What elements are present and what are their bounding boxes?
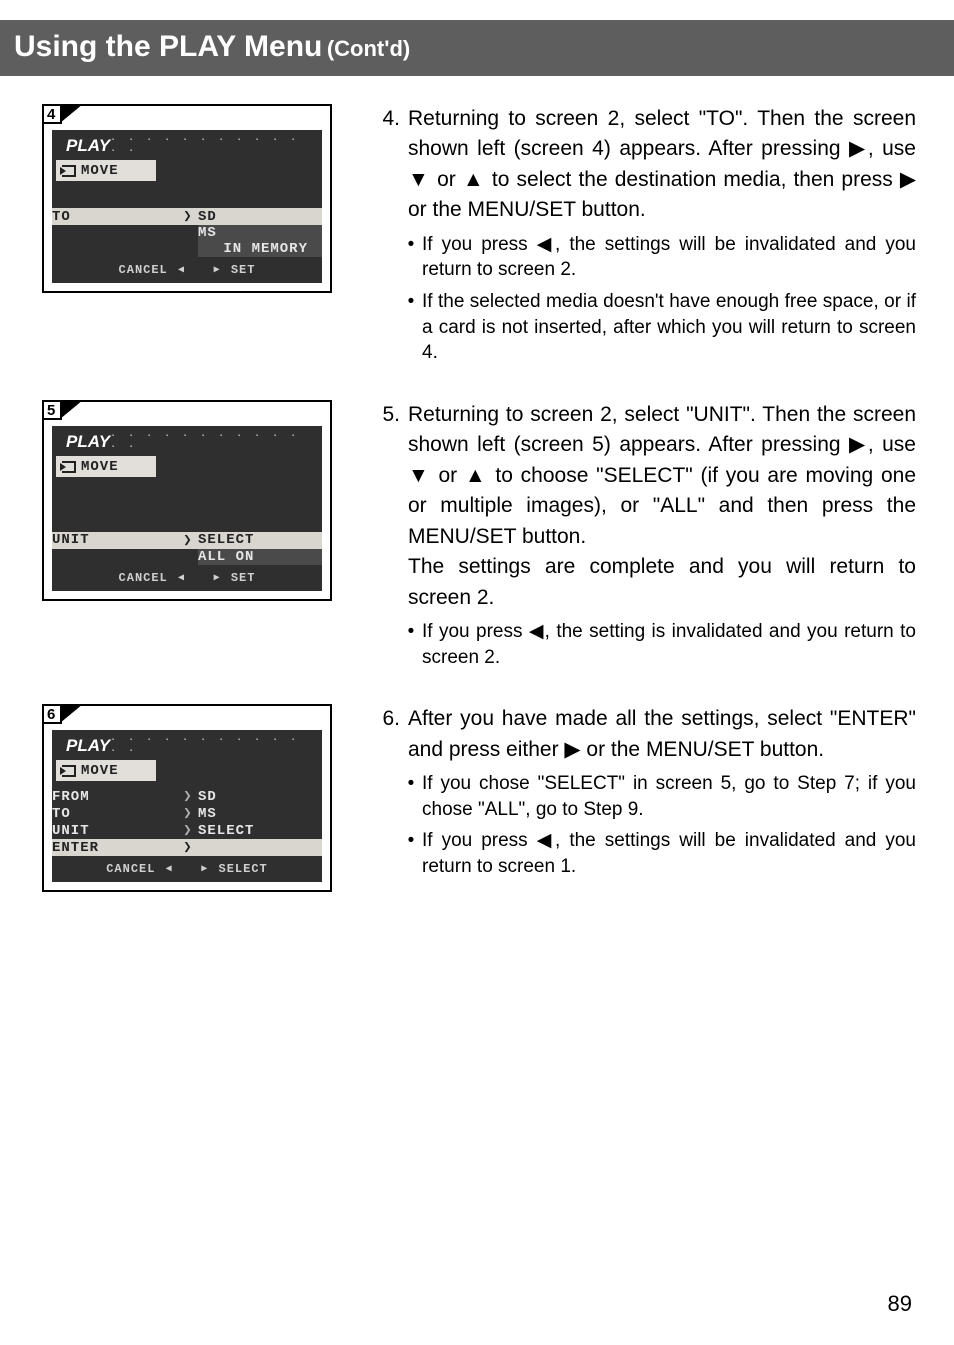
- tab-label: MOVE: [81, 763, 119, 779]
- screen-5-table: UNIT ❯ SELECT ALL ON: [52, 532, 322, 565]
- triangle-right-icon: ▶: [199, 864, 210, 875]
- step-6-bullet-2: If you press ◀, the settings will be inv…: [422, 828, 916, 879]
- screen-4-wrap: 4 PLAY · · · · · · · · · · · · · MOVE TO…: [38, 104, 348, 293]
- triangle-left-icon: ◀: [176, 265, 187, 276]
- to-value: MS: [198, 805, 322, 822]
- screen-6-footer: CANCEL ◀ ▶ SELECT: [52, 856, 322, 882]
- chevron-right-icon: ❯: [178, 788, 198, 805]
- cancel-label: CANCEL: [119, 571, 168, 585]
- unit-label: UNIT: [52, 822, 178, 839]
- move-icon: [62, 461, 76, 473]
- to-label: TO: [52, 805, 178, 822]
- tab-label: MOVE: [81, 459, 119, 475]
- chevron-right-icon: ❯: [178, 805, 198, 822]
- bullet-icon: •: [400, 289, 422, 366]
- from-label: FROM: [52, 788, 178, 805]
- screen-6-table: FROM❯SD TO❯MS UNIT❯SELECT ENTER❯: [52, 788, 322, 856]
- screen-5-lcd: PLAY · · · · · · · · · · · · · MOVE UNIT…: [52, 426, 322, 591]
- page-title-bar: Using the PLAY Menu (Cont'd): [0, 20, 954, 76]
- screen-4-header: PLAY · · · · · · · · · · · · ·: [52, 130, 322, 160]
- step-5-body: Returning to screen 2, select "UNIT". Th…: [408, 403, 916, 548]
- triangle-left-icon: ◀: [176, 573, 187, 584]
- chevron-right-icon: ❯: [178, 208, 198, 225]
- screen-6-tab: MOVE: [52, 760, 322, 782]
- step-4-bullet-2: If the selected media doesn't have enoug…: [422, 289, 916, 366]
- screen-4-title: PLAY: [60, 136, 110, 156]
- move-icon: [62, 165, 76, 177]
- enter-label: ENTER: [52, 839, 178, 856]
- step-5-number: 5.: [370, 400, 408, 613]
- enter-value: [198, 839, 322, 856]
- screen-4: 4 PLAY · · · · · · · · · · · · · MOVE TO…: [42, 104, 332, 293]
- step-4-bullet-1: If you press ◀, the settings will be inv…: [422, 232, 916, 283]
- screen-4-tab: MOVE: [52, 160, 322, 182]
- step-5-text: 5. Returning to screen 2, select "UNIT".…: [348, 400, 916, 670]
- dots-icon: · · · · · · · · · · · · ·: [110, 135, 314, 157]
- step-5-bullet-1: If you press ◀, the setting is invalidat…: [422, 619, 916, 670]
- screen-6-wrap: 6 PLAY · · · · · · · · · · · · · MOVE FR…: [38, 704, 348, 892]
- page-number: 89: [888, 1291, 912, 1317]
- dots-icon: · · · · · · · · · · · · ·: [110, 735, 314, 757]
- move-icon: [62, 765, 76, 777]
- step-6-text: 6. After you have made all the settings,…: [348, 704, 916, 879]
- screen-5-footer: CANCEL ◀ ▶ SET: [52, 565, 322, 591]
- step-4-text: 4. Returning to screen 2, select "TO". T…: [348, 104, 916, 366]
- step-5-body2: The settings are complete and you will r…: [408, 555, 916, 608]
- cancel-label: CANCEL: [119, 263, 168, 277]
- triangle-right-icon: ▶: [212, 265, 223, 276]
- screen-4-tag: 4: [42, 104, 62, 124]
- bullet-icon: •: [400, 619, 422, 670]
- option-ms: MS: [198, 225, 322, 241]
- step-4-body: Returning to screen 2, select "TO". Then…: [408, 104, 916, 226]
- unit-label: UNIT: [52, 532, 178, 549]
- screen-6-title: PLAY: [60, 736, 110, 756]
- screen-5: 5 PLAY · · · · · · · · · · · · · MOVE UN…: [42, 400, 332, 601]
- set-label: SET: [231, 263, 256, 277]
- from-value: SD: [198, 788, 322, 805]
- page-title-sub: (Cont'd): [327, 36, 410, 61]
- cancel-label: CANCEL: [106, 862, 155, 876]
- screen-5-wrap: 5 PLAY · · · · · · · · · · · · · MOVE UN…: [38, 400, 348, 601]
- bullet-icon: •: [400, 232, 422, 283]
- unit-value: SELECT: [198, 822, 322, 839]
- step-5-row: 5 PLAY · · · · · · · · · · · · · MOVE UN…: [38, 400, 916, 670]
- bullet-icon: •: [400, 828, 422, 879]
- screen-6: 6 PLAY · · · · · · · · · · · · · MOVE FR…: [42, 704, 332, 892]
- option-inmemory: IN MEMORY: [198, 241, 322, 257]
- set-label: SET: [231, 571, 256, 585]
- option-select: SELECT: [198, 532, 322, 549]
- screen-4-table: TO ❯ SD MS IN MEMORY: [52, 208, 322, 257]
- bullet-icon: •: [400, 771, 422, 822]
- to-label: TO: [52, 208, 178, 225]
- step-6-bullet-1: If you chose "SELECT" in screen 5, go to…: [422, 771, 916, 822]
- screen-6-tag: 6: [42, 704, 62, 724]
- screen-5-tab: MOVE: [52, 456, 322, 478]
- chevron-right-icon: ❯: [178, 839, 198, 856]
- step-6-number: 6.: [370, 704, 408, 765]
- triangle-right-icon: ▶: [212, 573, 223, 584]
- dots-icon: · · · · · · · · · · · · ·: [110, 431, 314, 453]
- tab-label: MOVE: [81, 163, 119, 179]
- select-label: SELECT: [219, 862, 268, 876]
- triangle-left-icon: ◀: [164, 864, 175, 875]
- screen-5-tag: 5: [42, 400, 62, 420]
- step-4-row: 4 PLAY · · · · · · · · · · · · · MOVE TO…: [38, 104, 916, 366]
- step-6-body: After you have made all the settings, se…: [408, 704, 916, 765]
- page-title-main: Using the PLAY Menu: [14, 30, 322, 63]
- step-4-number: 4.: [370, 104, 408, 226]
- option-allon: ALL ON: [198, 549, 322, 565]
- step-6-row: 6 PLAY · · · · · · · · · · · · · MOVE FR…: [38, 704, 916, 892]
- screen-5-header: PLAY · · · · · · · · · · · · ·: [52, 426, 322, 456]
- screen-4-lcd: PLAY · · · · · · · · · · · · · MOVE TO ❯…: [52, 130, 322, 283]
- screen-4-footer: CANCEL ◀ ▶ SET: [52, 257, 322, 283]
- screen-6-lcd: PLAY · · · · · · · · · · · · · MOVE FROM…: [52, 730, 322, 882]
- page: Using the PLAY Menu (Cont'd) 4 PLAY · · …: [0, 0, 954, 1345]
- screen-6-header: PLAY · · · · · · · · · · · · ·: [52, 730, 322, 760]
- screen-5-title: PLAY: [60, 432, 110, 452]
- chevron-right-icon: ❯: [178, 822, 198, 839]
- chevron-right-icon: ❯: [178, 532, 198, 549]
- option-sd: SD: [198, 208, 322, 225]
